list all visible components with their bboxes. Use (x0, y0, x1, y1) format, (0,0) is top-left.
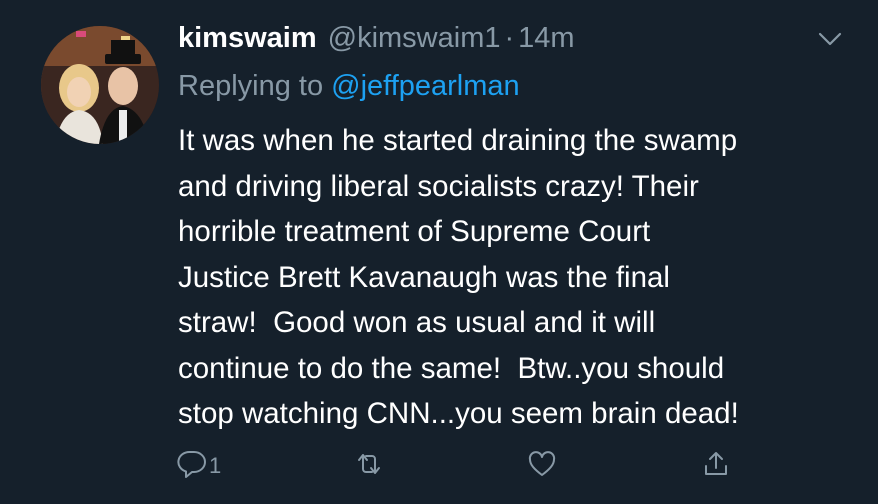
reply-icon (177, 450, 206, 478)
retweet-icon (358, 454, 380, 474)
like-button[interactable] (527, 446, 557, 482)
tweet-text-line: straw! Good won as usual and it will (178, 306, 656, 339)
tweet-text-line: and driving liberal socialists crazy! Th… (178, 169, 699, 203)
avatar[interactable] (41, 26, 159, 144)
reply-button[interactable]: 1 (177, 446, 221, 482)
chevron-down-icon (818, 32, 842, 46)
tweet-actions: 1 (0, 446, 878, 486)
replying-to-label: Replying to (178, 70, 324, 102)
tweet-header: kimswaim @kimswaim1 · 14m (178, 22, 575, 62)
separator-dot: · (504, 22, 515, 54)
timestamp[interactable]: 14m (518, 22, 574, 55)
tweet-text-line: Justice Brett Kavanaugh was the final (178, 260, 670, 294)
share-button[interactable] (701, 446, 731, 482)
replying-to-line: Replying to @jeffpearlman (178, 70, 520, 103)
tweet-menu-button[interactable] (818, 30, 842, 48)
tweet-text-line: It was when he started draining the swam… (178, 124, 738, 157)
share-icon (705, 452, 727, 475)
mention-link[interactable]: @jeffpearlman (331, 70, 520, 102)
retweet-button[interactable] (354, 446, 384, 482)
heart-icon (528, 451, 556, 476)
tweet-text: It was when he started draining the swam… (178, 118, 858, 437)
user-handle[interactable]: @kimswaim1 (328, 22, 501, 55)
tweet-text-line: stop watching CNN...you seem brain dead! (178, 397, 739, 430)
tweet-text-line: continue to do the same! Btw..you should (178, 351, 725, 385)
tweet-text-line: horrible treatment of Supreme Court (178, 215, 651, 248)
tweet: kimswaim @kimswaim1 · 14m Replying to @j… (0, 0, 878, 504)
display-name[interactable]: kimswaim (178, 22, 317, 55)
reply-count: 1 (209, 453, 222, 478)
avatar-image (41, 26, 159, 144)
